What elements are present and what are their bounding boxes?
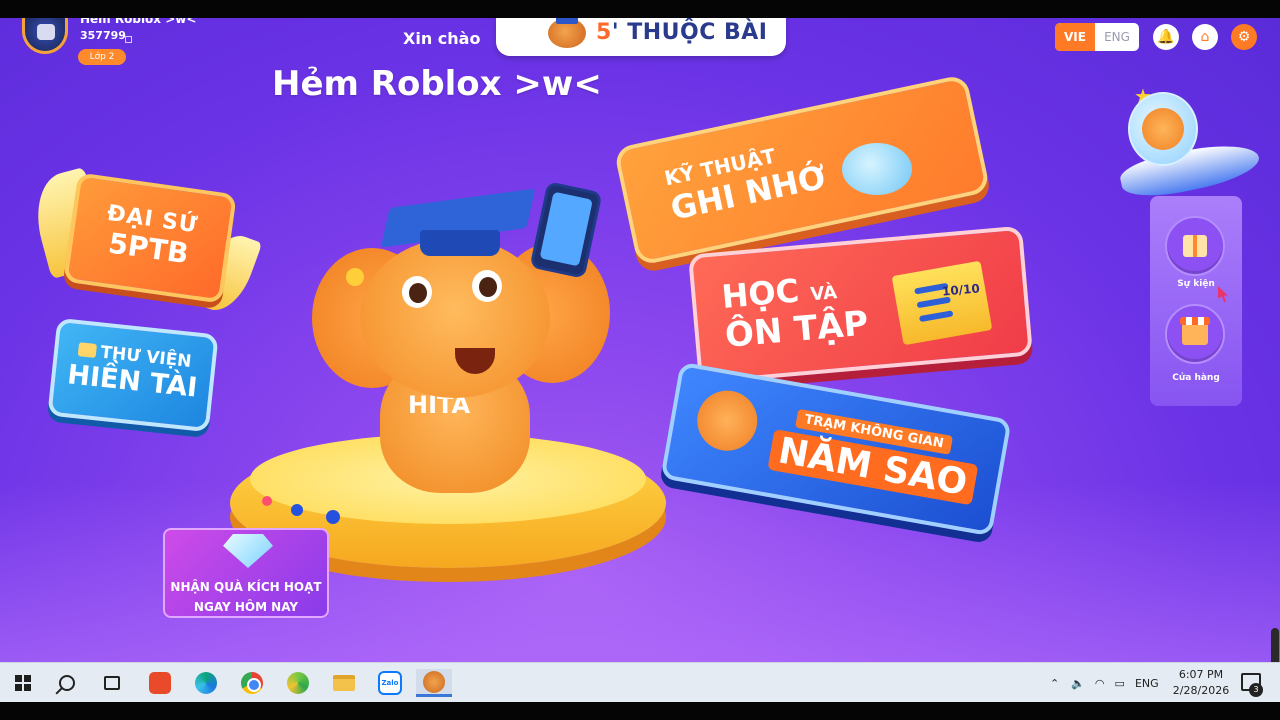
- coin-count: 357799: [80, 29, 126, 42]
- notification-count: 3: [1249, 683, 1263, 697]
- logo-number: 5: [596, 20, 612, 45]
- podium-light: [262, 496, 272, 506]
- volume-icon[interactable]: 🔈: [1071, 677, 1085, 690]
- shop-label: Cửa hàng: [1172, 373, 1220, 383]
- podium-light: [291, 504, 303, 516]
- podium-light: [326, 510, 340, 524]
- logo-text: THUỘC BÀI: [627, 20, 768, 45]
- start-button[interactable]: [5, 669, 41, 697]
- search-button[interactable]: [49, 669, 85, 697]
- zalo-icon: Zalo: [378, 671, 402, 695]
- taskbar-app-edge[interactable]: [188, 669, 224, 697]
- cap-tassel: [346, 268, 364, 286]
- gift-icon: [1183, 235, 1207, 257]
- taskbar-app-chrome[interactable]: [234, 669, 270, 697]
- greeting-text: Xin chào: [403, 29, 481, 48]
- app-canvas: Hẻm Roblox >w< 357799 Lớp 2 Xin chào 5' …: [0, 18, 1280, 662]
- chevron-up-icon[interactable]: ⌃: [1050, 677, 1059, 690]
- taskbar-app-power[interactable]: [142, 669, 178, 697]
- coccoc-icon: [287, 672, 309, 694]
- activation-gift-promo[interactable]: NHẬN QUÀ KÍCH HOẠT NGAY HÔM NAY: [163, 528, 329, 618]
- promo-line1: NHẬN QUÀ KÍCH HOẠT: [170, 580, 322, 594]
- taskbar-app-5ptb[interactable]: [416, 669, 452, 697]
- shop-icon: [1180, 317, 1210, 345]
- task-view-button[interactable]: [94, 669, 130, 697]
- wifi-icon[interactable]: ◠: [1095, 677, 1105, 690]
- taskbar-app-coccoc[interactable]: [280, 669, 316, 697]
- screen-top-bar: [0, 0, 1280, 18]
- mascot-eye-left: [402, 276, 432, 308]
- windows-taskbar: Zalo ⌃ 🔈 ◠ ▭ ENG 6:07 PM 2/28/2026 3: [0, 662, 1280, 702]
- copy-icon[interactable]: [125, 36, 132, 43]
- taskbar-app-explorer[interactable]: [326, 669, 362, 697]
- room-title: Hẻm Roblox >w<: [272, 64, 602, 104]
- windows-icon: [15, 675, 31, 691]
- edge-icon: [195, 672, 217, 694]
- elephant-app-icon: [423, 670, 445, 693]
- user-avatar[interactable]: [22, 18, 68, 54]
- astronaut-elephant-icon: [692, 385, 763, 456]
- mascot-head[interactable]: [360, 238, 550, 398]
- promo-line2: NGAY HÔM NAY: [193, 600, 299, 614]
- clock-date: 2/28/2026: [1172, 684, 1230, 697]
- search-icon: [59, 675, 75, 691]
- events-button[interactable]: [1165, 216, 1225, 276]
- bell-icon[interactable]: 🔔: [1153, 24, 1179, 50]
- screen-bottom-bar: [0, 702, 1280, 720]
- logo-mascot-icon: [548, 18, 586, 48]
- battery-icon[interactable]: ▭: [1115, 677, 1125, 690]
- lang-vie-option[interactable]: VIE: [1055, 23, 1095, 51]
- events-label: Sự kiện: [1177, 279, 1215, 289]
- power-app-icon: [149, 672, 171, 694]
- tv-icon: [78, 342, 98, 359]
- username-text: Hẻm Roblox >w<: [80, 18, 197, 26]
- mascot-eye-right: [472, 270, 502, 302]
- lang-eng-option[interactable]: ENG: [1095, 23, 1139, 51]
- task-view-icon: [104, 676, 120, 690]
- folder-icon: [333, 675, 355, 691]
- graduation-cap-base: [420, 230, 500, 256]
- taskbar-clock[interactable]: 6:07 PM 2/28/2026: [1170, 667, 1232, 699]
- scrollbar-thumb[interactable]: [1271, 628, 1279, 662]
- language-toggle[interactable]: VIE ENG: [1055, 23, 1139, 51]
- clock-time: 6:07 PM: [1178, 668, 1224, 681]
- library-banner[interactable]: THƯ VIỆN HIỀN TÀI: [47, 317, 219, 433]
- app-logo: 5' THUỘC BÀI: [496, 18, 786, 56]
- shop-button[interactable]: [1165, 304, 1225, 364]
- chrome-icon: [241, 672, 263, 694]
- system-tray: ⌃ 🔈 ◠ ▭ ENG: [1050, 663, 1159, 703]
- taskbar-app-zalo[interactable]: Zalo: [372, 669, 408, 697]
- gear-icon[interactable]: ⚙: [1231, 24, 1257, 50]
- diamond-icon: [223, 534, 273, 568]
- study-and: VÀ: [809, 282, 838, 306]
- ambassador-banner[interactable]: ĐẠI SỨ 5PTB: [63, 172, 237, 304]
- brain-cloud-icon: [842, 143, 912, 195]
- home-icon[interactable]: ⌂: [1192, 24, 1218, 50]
- grade-badge: Lớp 2: [78, 49, 126, 65]
- rocket-mascot: [1117, 92, 1263, 205]
- input-language[interactable]: ENG: [1135, 677, 1159, 690]
